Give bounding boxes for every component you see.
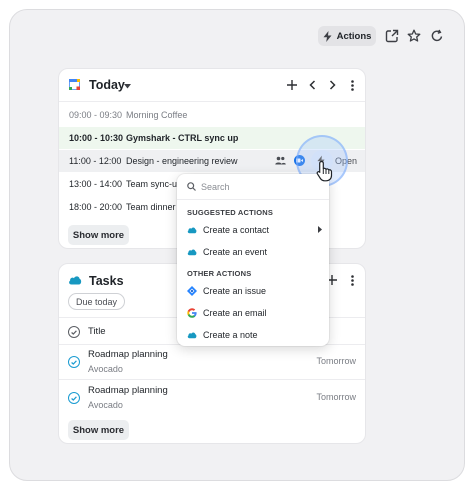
chevron-right-icon[interactable] xyxy=(325,78,339,92)
other-actions-header: OTHER ACTIONS xyxy=(187,269,252,278)
calendar-logo-icon xyxy=(68,78,81,91)
create-email-item[interactable]: Create an email xyxy=(177,303,329,323)
plus-icon[interactable] xyxy=(285,78,299,92)
today-title[interactable]: Today xyxy=(89,78,125,92)
create-event-item[interactable]: Create an event xyxy=(177,242,329,262)
task-title: Roadmap planning xyxy=(88,349,168,360)
today-header: Today xyxy=(59,69,365,101)
people-icon[interactable] xyxy=(275,156,286,167)
event-time: 13:00 - 14:00 xyxy=(69,179,123,189)
event-time: 09:00 - 09:30 xyxy=(69,110,123,120)
task-title: Roadmap planning xyxy=(88,385,168,396)
submenu-arrow-icon xyxy=(318,225,322,235)
salesforce-cloud-icon xyxy=(187,225,197,235)
event-title: Design - engineering review xyxy=(126,156,238,166)
select-all-check-icon[interactable] xyxy=(68,326,80,338)
task-subtitle: Avocado xyxy=(88,364,123,374)
hand-cursor-icon xyxy=(316,160,334,185)
create-issue-label: Create an issue xyxy=(203,286,267,296)
tasks-title: Tasks xyxy=(89,274,124,288)
event-title: Team dinner a xyxy=(126,202,184,212)
tasks-show-more-button[interactable]: Show more xyxy=(68,420,129,440)
more-vertical-icon[interactable] xyxy=(345,273,359,287)
title-column-header: Title xyxy=(88,326,106,337)
event-time: 10:00 - 10:30 xyxy=(69,133,124,143)
create-issue-item[interactable]: Create an issue xyxy=(177,281,329,301)
star-icon[interactable] xyxy=(405,27,423,45)
header-divider xyxy=(59,101,365,102)
event-time: 18:00 - 20:00 xyxy=(69,202,123,212)
jira-diamond-icon xyxy=(187,286,197,296)
due-today-filter-chip[interactable]: Due today xyxy=(68,293,126,310)
actions-popup: Search SUGGESTED ACTIONS Create a contac… xyxy=(177,174,329,346)
create-email-label: Create an email xyxy=(203,308,267,318)
bolt-icon xyxy=(323,30,332,42)
task-check-icon[interactable] xyxy=(68,392,80,404)
task-check-icon[interactable] xyxy=(68,356,80,368)
create-contact-label: Create a contact xyxy=(203,225,270,235)
create-note-item[interactable]: Create a note xyxy=(177,325,329,345)
actions-button[interactable]: Actions xyxy=(318,26,376,46)
search-icon xyxy=(187,182,196,194)
create-note-label: Create a note xyxy=(203,330,258,340)
event-title: Morning Coffee xyxy=(126,110,188,120)
row-divider xyxy=(59,379,365,380)
salesforce-cloud-icon xyxy=(187,247,197,257)
more-vertical-icon[interactable] xyxy=(345,78,359,92)
task-row[interactable]: Roadmap planning Avocado Tomorrow xyxy=(59,384,365,420)
actions-label: Actions xyxy=(336,30,372,42)
task-due: Tomorrow xyxy=(316,392,356,402)
suggested-actions-header: SUGGESTED ACTIONS xyxy=(187,208,274,217)
task-subtitle: Avocado xyxy=(88,400,123,410)
chevron-down-icon[interactable] xyxy=(124,81,131,92)
popup-search[interactable]: Search xyxy=(177,174,329,200)
today-show-more-button[interactable]: Show more xyxy=(68,225,129,245)
salesforce-cloud-icon xyxy=(68,275,82,288)
event-time: 11:00 - 12:00 xyxy=(69,156,122,166)
share-icon[interactable] xyxy=(383,27,401,45)
task-due: Tomorrow xyxy=(316,356,356,366)
event-title: Team sync-up xyxy=(126,179,183,189)
event-title: Gymshark - CTRL sync up xyxy=(126,133,239,143)
salesforce-cloud-icon xyxy=(187,330,197,340)
chevron-left-icon[interactable] xyxy=(305,78,319,92)
create-contact-item[interactable]: Create a contact xyxy=(177,220,329,240)
create-event-label: Create an event xyxy=(203,247,268,257)
google-g-icon xyxy=(187,308,197,318)
event-row[interactable]: 09:00 - 09:30 Morning Coffee xyxy=(59,104,365,126)
refresh-icon[interactable] xyxy=(428,27,446,45)
search-placeholder: Search xyxy=(201,182,230,192)
